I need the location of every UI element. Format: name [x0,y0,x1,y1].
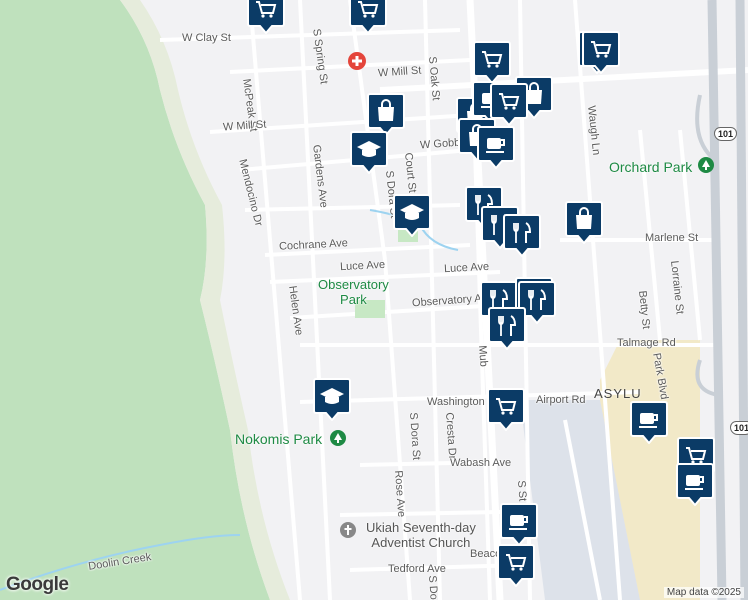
gobbi-street [379,67,748,93]
cart-icon [487,388,525,431]
cart-icon [582,31,620,74]
cart-icon [490,83,528,126]
cart-icon [247,0,285,34]
fork-knife-icon [488,307,526,350]
graduation-cap-icon [393,194,431,237]
area-label-asylum: ASYLU [594,386,642,401]
nokomis-park-label[interactable]: Nokomis Park [235,431,322,447]
fork-knife-icon [503,214,541,257]
poi-pin-cart[interactable] [582,30,620,74]
coffee-icon [676,463,714,506]
poi-pin-fork-knife[interactable] [488,306,526,350]
observatory-park-label-line2: Park [340,292,367,307]
highway-shield-north: 101 [714,127,738,141]
coffee-icon [500,503,538,546]
poi-pin-cart[interactable] [490,82,528,126]
poi-pin-coffee[interactable] [500,502,538,546]
church-label-line2: Adventist Church [371,535,471,550]
poi-pin-fork-knife[interactable] [503,213,541,257]
poi-pin-coffee[interactable] [477,125,515,169]
church-label[interactable]: Ukiah Seventh-day Adventist Church [366,520,476,550]
poi-pin-bag[interactable] [565,200,603,244]
cart-icon [349,0,387,34]
coffee-icon [477,126,515,169]
orchard-park-tree-icon[interactable] [698,157,714,173]
poi-pin-cart[interactable] [349,0,387,34]
poi-pin-cart[interactable] [497,543,535,587]
poi-pin-coffee[interactable] [676,462,714,506]
cart-icon [473,41,511,84]
poi-pin-graduation-cap[interactable] [313,377,351,421]
poi-pin-cart[interactable] [247,0,285,34]
church-cross-icon[interactable] [340,522,356,538]
highway-101 [707,0,727,600]
poi-pin-coffee[interactable] [630,400,668,444]
map-canvas[interactable]: W Clay St McPeak St S Spring St W Mill S… [0,0,748,600]
poi-pin-cart[interactable] [487,387,525,431]
hospital-icon[interactable] [348,52,366,70]
bag-icon [565,201,603,244]
hillside-green [0,0,270,600]
poi-pin-graduation-cap[interactable] [393,193,431,237]
google-logo: Google [6,574,69,595]
orchard-park-label[interactable]: Orchard Park [609,159,692,175]
graduation-cap-icon [350,131,388,174]
park-tree-icon[interactable] [330,430,346,446]
graduation-cap-icon [313,378,351,421]
highway-shield-south: 101 [730,421,748,435]
highway-101-south [735,0,748,600]
poi-pin-cart[interactable] [473,40,511,84]
cart-icon [497,544,535,587]
map-attribution[interactable]: Map data ©2025 [663,587,744,598]
observatory-park-label-line1: Observatory [318,277,389,292]
coffee-icon [630,401,668,444]
church-label-line1: Ukiah Seventh-day [366,520,476,535]
poi-pin-graduation-cap[interactable] [350,130,388,174]
observatory-park-label[interactable]: Observatory Park [318,277,389,307]
